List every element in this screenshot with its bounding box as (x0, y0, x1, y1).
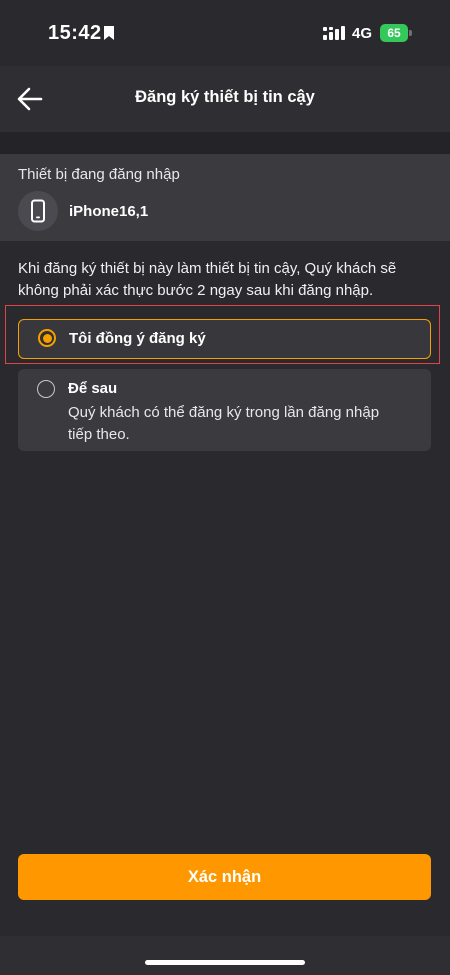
header-divider (0, 132, 450, 154)
page-title: Đăng ký thiết bị tin cậy (135, 88, 315, 106)
network-type: 4G (352, 25, 373, 42)
option-agree-register[interactable]: Tôi đồng ý đăng ký (18, 319, 431, 359)
screen: 15:42 4G 65 Đăng ký thiết bị tin cậy Thi… (0, 0, 450, 975)
device-caption: Thiết bị đang đăng nhập (18, 166, 180, 183)
device-avatar (18, 191, 58, 231)
smartphone-icon (31, 199, 45, 223)
bookmark-icon (104, 26, 114, 40)
cellular-signal-icon (323, 26, 345, 40)
confirm-button[interactable]: Xác nhận (18, 854, 431, 900)
bottom-bar (0, 936, 450, 975)
status-time: 15:42 (48, 22, 102, 44)
battery-level: 65 (387, 26, 401, 40)
radio-checked-icon[interactable] (38, 329, 56, 347)
home-indicator (145, 960, 305, 965)
battery-icon: 65 (380, 24, 412, 42)
option-label: Để sau (68, 380, 118, 397)
option-label: Tôi đồng ý đăng ký (69, 330, 206, 347)
status-bar: 15:42 4G 65 (0, 0, 450, 66)
option-later[interactable]: Để sau Quý khách có thể đăng ký trong lầ… (18, 369, 431, 451)
description-text: Khi đăng ký thiết bị này làm thiết bị ti… (18, 260, 397, 299)
device-name: iPhone16,1 (69, 203, 149, 220)
radio-unchecked-icon[interactable] (37, 380, 55, 398)
option-description: Quý khách có thể đăng ký trong lần đăng … (68, 404, 380, 443)
app-header: Đăng ký thiết bị tin cậy (0, 66, 450, 132)
current-device-section: Thiết bị đang đăng nhập iPhone16,1 (0, 154, 450, 241)
